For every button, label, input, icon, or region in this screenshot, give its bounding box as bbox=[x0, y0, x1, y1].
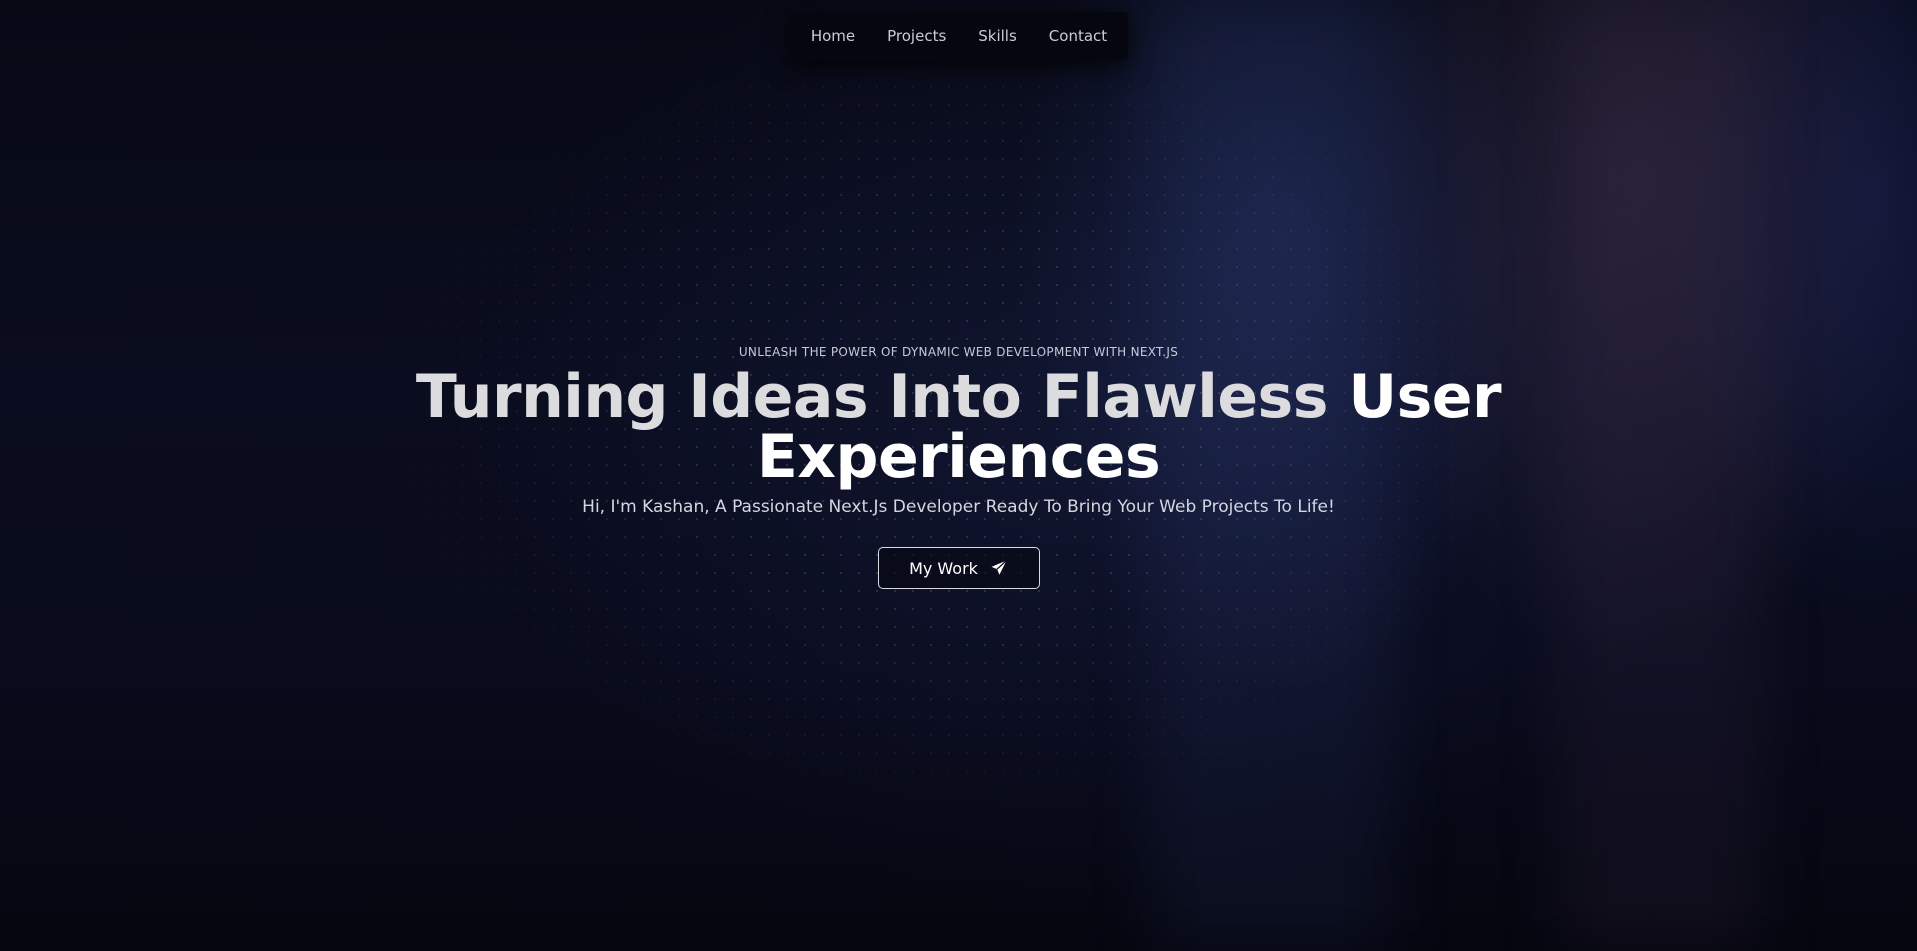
nav-link-home[interactable]: Home bbox=[811, 27, 855, 45]
my-work-button-label: My Work bbox=[909, 558, 978, 578]
page: Home Projects Skills Contact Unleash the… bbox=[0, 0, 1917, 951]
hero-subtitle: Hi, I'm Kashan, A Passionate Next.Js Dev… bbox=[582, 497, 1335, 517]
my-work-button[interactable]: My Work bbox=[877, 547, 1040, 589]
hero-section: Unleash the power of dynamic web develop… bbox=[0, 345, 1917, 589]
headline-bright-text: User bbox=[1348, 362, 1502, 432]
hero-eyebrow: Unleash the power of dynamic web develop… bbox=[738, 345, 1179, 359]
send-icon bbox=[991, 560, 1007, 575]
nav-link-projects[interactable]: Projects bbox=[887, 27, 946, 45]
nav-link-skills[interactable]: Skills bbox=[978, 27, 1017, 45]
hero-headline: Turning Ideas Into Flawless User Experie… bbox=[0, 367, 1917, 487]
top-navbar: Home Projects Skills Contact bbox=[790, 12, 1128, 60]
nav-link-contact[interactable]: Contact bbox=[1049, 27, 1107, 45]
headline-bright-text-line2: Experiences bbox=[756, 422, 1161, 492]
